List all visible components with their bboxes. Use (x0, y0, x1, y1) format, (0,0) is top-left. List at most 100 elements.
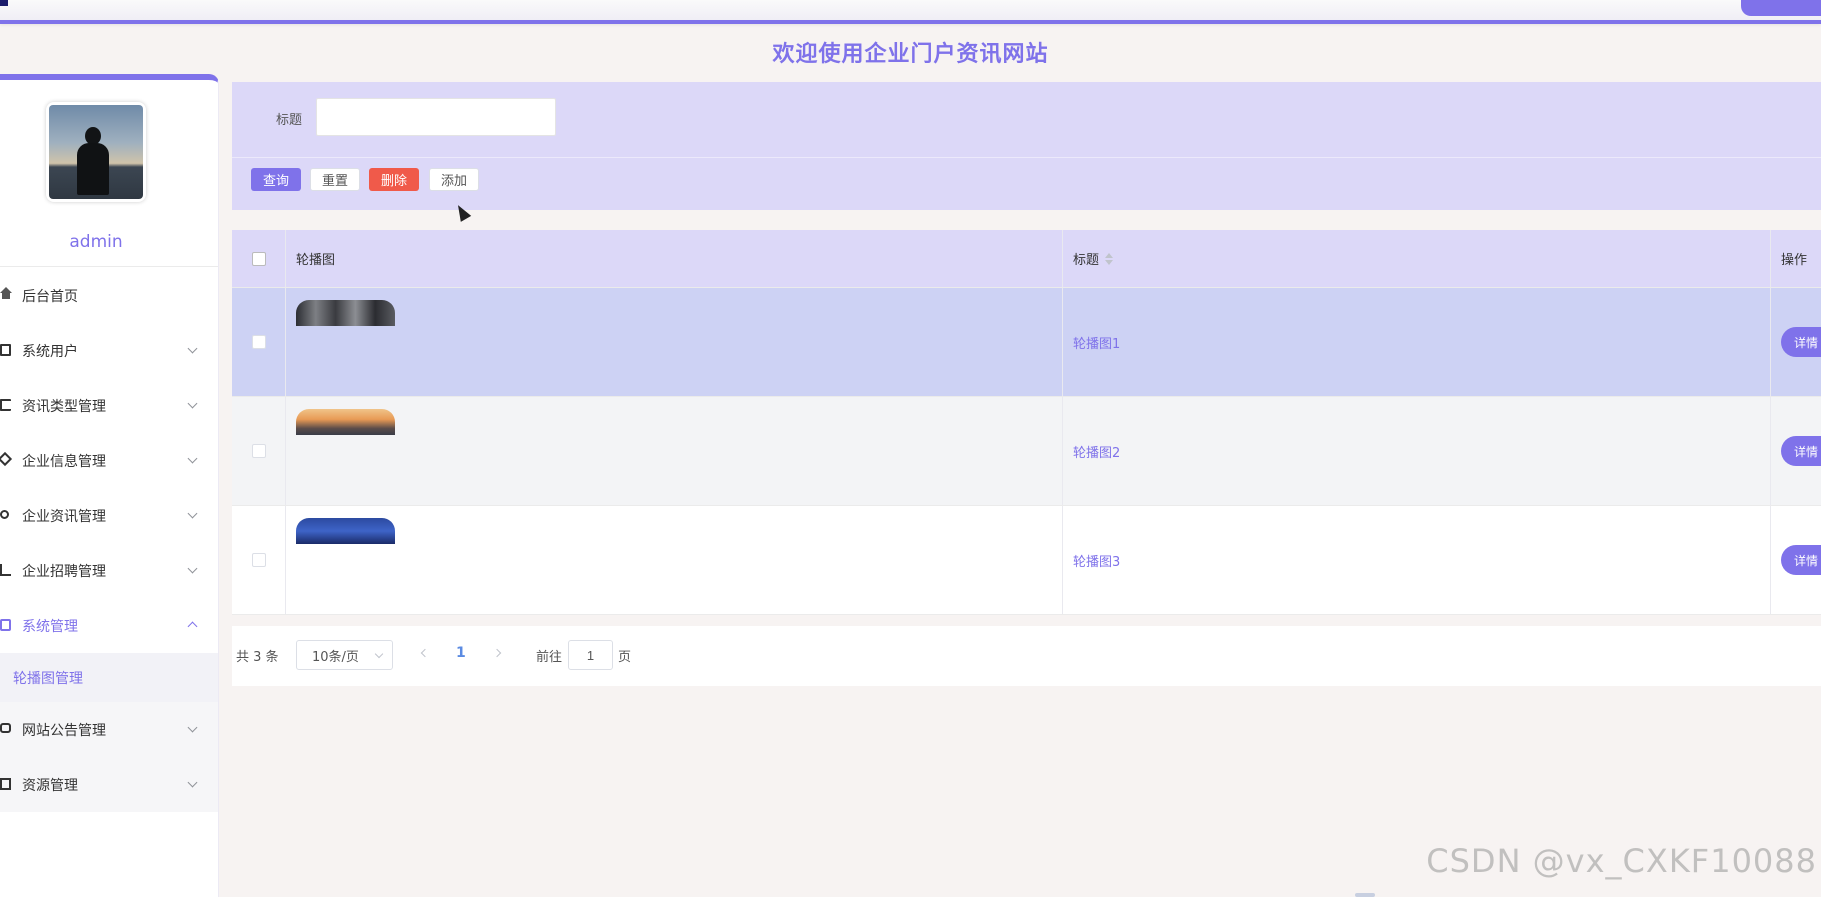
row-checkbox[interactable] (251, 444, 266, 458)
sidebar-item-recruitment[interactable]: 企业招聘管理 (0, 543, 218, 598)
sidebar-item-resources[interactable]: 资源管理 (0, 757, 218, 812)
row-image-cell (286, 506, 1063, 614)
chevron-down-icon (187, 343, 198, 354)
prev-page-icon[interactable] (420, 648, 430, 658)
page-size-select[interactable]: 10条/页 (296, 640, 393, 670)
chevron-down-icon (187, 508, 198, 519)
sidebar-item-label: 后台首页 (22, 288, 78, 305)
carousel-table: 轮播图 标题 操作 轮播图1 详情 轮播图2 详情 轮播图3 详情 (232, 230, 1821, 615)
goto-label: 前往 (536, 650, 563, 665)
divider (0, 266, 218, 267)
page-size-value: 10条/页 (312, 649, 359, 665)
username: admin (69, 232, 123, 252)
home-icon (0, 287, 12, 299)
header-check-cell (232, 230, 286, 287)
chevron-down-icon (187, 398, 198, 409)
user-menu-button[interactable] (1741, 0, 1821, 16)
scroll-indicator (1355, 893, 1375, 897)
row-title-link[interactable]: 轮播图2 (1073, 442, 1120, 461)
row-title-link[interactable]: 轮播图3 (1073, 551, 1120, 570)
search-panel: 标题 查询 重置 删除 添加 (232, 82, 1821, 210)
total-count: 共 3 条 (236, 650, 279, 665)
header-title-label: 标题 (1073, 253, 1100, 268)
chevron-up-icon (187, 621, 198, 632)
chart-icon (0, 564, 11, 576)
sidebar-subitem-carousel[interactable]: 轮播图管理 (0, 653, 218, 702)
table-row[interactable]: 轮播图3 详情 (232, 506, 1821, 615)
chevron-down-icon (187, 453, 198, 464)
pagination: 共 3 条 10条/页 1 前往 页 (232, 626, 1821, 686)
monitor-icon (0, 344, 11, 356)
sun-icon (0, 510, 9, 519)
goto-page-input[interactable] (568, 640, 613, 670)
search-label: 标题 (276, 113, 303, 128)
next-page-icon[interactable] (492, 648, 502, 658)
clipboard-icon (0, 619, 11, 631)
watermark: CSDN @vx_CXKF10088 (1426, 842, 1817, 880)
table-header: 轮播图 标题 操作 (232, 230, 1821, 288)
avatar-photo (49, 105, 143, 199)
reset-button[interactable]: 重置 (310, 168, 360, 191)
search-row: 标题 (232, 82, 1821, 158)
chat-icon (0, 723, 11, 733)
row-check-cell (232, 397, 286, 505)
page-title: 欢迎使用企业门户资讯网站 (772, 42, 1049, 67)
sidebar-item-label: 企业资讯管理 (22, 508, 106, 525)
detail-button[interactable]: 详情 (1781, 545, 1821, 575)
row-actions-cell: 详情 (1771, 397, 1821, 505)
row-title-link[interactable]: 轮播图1 (1073, 333, 1120, 352)
chevron-down-icon (374, 649, 384, 659)
top-bar (0, 0, 1821, 24)
row-image-cell (286, 397, 1063, 505)
chevron-down-icon (187, 563, 198, 574)
sort-icon[interactable] (1105, 252, 1114, 265)
sidebar-item-label: 资讯类型管理 (22, 398, 106, 415)
logo-icon (0, 0, 8, 6)
sidebar-item-news-types[interactable]: 资讯类型管理 (0, 378, 218, 433)
add-button[interactable]: 添加 (429, 168, 479, 191)
sidebar-item-label: 系统用户 (22, 343, 78, 360)
row-title-cell: 轮播图2 (1063, 397, 1771, 505)
table-row[interactable]: 轮播图1 详情 (232, 288, 1821, 397)
carousel-thumbnail[interactable] (296, 409, 395, 435)
select-all-checkbox[interactable] (251, 251, 266, 266)
row-image-cell (286, 288, 1063, 396)
sidebar-item-label: 网站公告管理 (22, 722, 106, 739)
row-actions-cell: 详情 (1771, 288, 1821, 396)
row-title-cell: 轮播图3 (1063, 506, 1771, 614)
sidebar-item-company-news[interactable]: 企业资讯管理 (0, 488, 218, 543)
sidebar-item-home[interactable]: 后台首页 (0, 268, 218, 323)
sidebar-menu: 后台首页 系统用户 资讯类型管理 企业信息管理 企业资讯管理 企业招聘管理 系统… (0, 268, 218, 812)
sidebar-item-company-info[interactable]: 企业信息管理 (0, 433, 218, 488)
sidebar: admin 后台首页 系统用户 资讯类型管理 企业信息管理 企业资讯管理 企业招… (0, 74, 219, 897)
sidebar-item-label: 资源管理 (22, 777, 78, 794)
detail-button[interactable]: 详情 (1781, 436, 1821, 466)
chevron-down-icon (187, 722, 198, 733)
avatar[interactable] (46, 102, 146, 202)
sidebar-item-announcements[interactable]: 网站公告管理 (0, 702, 218, 757)
query-button[interactable]: 查询 (251, 168, 301, 191)
document-icon (0, 778, 11, 790)
row-check-cell (232, 506, 286, 614)
carousel-thumbnail[interactable] (296, 518, 395, 544)
table-row[interactable]: 轮播图2 详情 (232, 397, 1821, 506)
row-check-cell (232, 288, 286, 396)
carousel-thumbnail[interactable] (296, 300, 395, 326)
row-title-cell: 轮播图1 (1063, 288, 1771, 396)
row-checkbox[interactable] (251, 335, 266, 349)
flag-icon (0, 399, 11, 411)
title-search-input[interactable] (316, 98, 556, 136)
header-actions: 操作 (1781, 253, 1808, 268)
current-page[interactable]: 1 (456, 645, 466, 661)
sidebar-item-system-management[interactable]: 系统管理 (0, 598, 218, 653)
header-image: 轮播图 (286, 230, 1063, 287)
sidebar-item-system-users[interactable]: 系统用户 (0, 323, 218, 378)
delete-button[interactable]: 删除 (369, 168, 419, 191)
goto-suffix: 页 (618, 650, 632, 665)
sidebar-item-label: 系统管理 (22, 618, 78, 635)
sidebar-item-label: 企业信息管理 (22, 453, 106, 470)
detail-button[interactable]: 详情 (1781, 327, 1821, 357)
header-title[interactable]: 标题 (1063, 230, 1771, 287)
row-actions-cell: 详情 (1771, 506, 1821, 614)
row-checkbox[interactable] (251, 553, 266, 567)
